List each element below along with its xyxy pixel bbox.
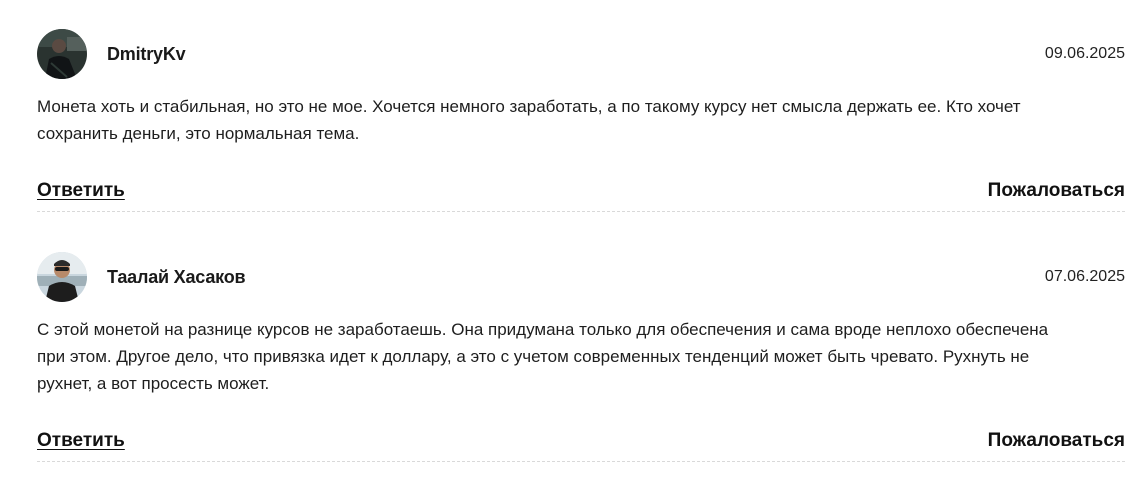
report-link[interactable]: Пожаловаться xyxy=(988,430,1125,452)
avatar-photo-icon xyxy=(37,29,87,79)
comment-date: 09.06.2025 xyxy=(1044,45,1125,62)
report-link[interactable]: Пожаловаться xyxy=(988,180,1125,202)
comment-text: С этой монетой на разнице курсов не зара… xyxy=(37,320,1049,393)
reply-link[interactable]: Ответить xyxy=(37,430,125,452)
comment-author: Таалай Хасаков xyxy=(107,266,246,287)
comment-date: 07.06.2025 xyxy=(1044,268,1125,285)
comment-header: Таалай Хасаков 07.06.2025 xyxy=(37,252,1125,302)
avatar xyxy=(37,252,87,302)
comment-item: DmitryKv 09.06.2025 Монета хоть и стабил… xyxy=(37,0,1125,212)
avatar-photo-icon xyxy=(37,252,87,302)
comment-header: DmitryKv 09.06.2025 xyxy=(37,29,1125,79)
avatar xyxy=(37,29,87,79)
comment-actions: Ответить Пожаловаться xyxy=(37,171,1125,211)
reply-link[interactable]: Ответить xyxy=(37,180,125,202)
comment-text: Монета хоть и стабильная, но это не мое.… xyxy=(37,97,1021,143)
comment-author: DmitryKv xyxy=(107,43,186,64)
comment-item: Таалай Хасаков 07.06.2025 С этой монетой… xyxy=(37,252,1125,462)
comment-actions: Ответить Пожаловаться xyxy=(37,421,1125,461)
comments-list: DmitryKv 09.06.2025 Монета хоть и стабил… xyxy=(37,0,1125,462)
